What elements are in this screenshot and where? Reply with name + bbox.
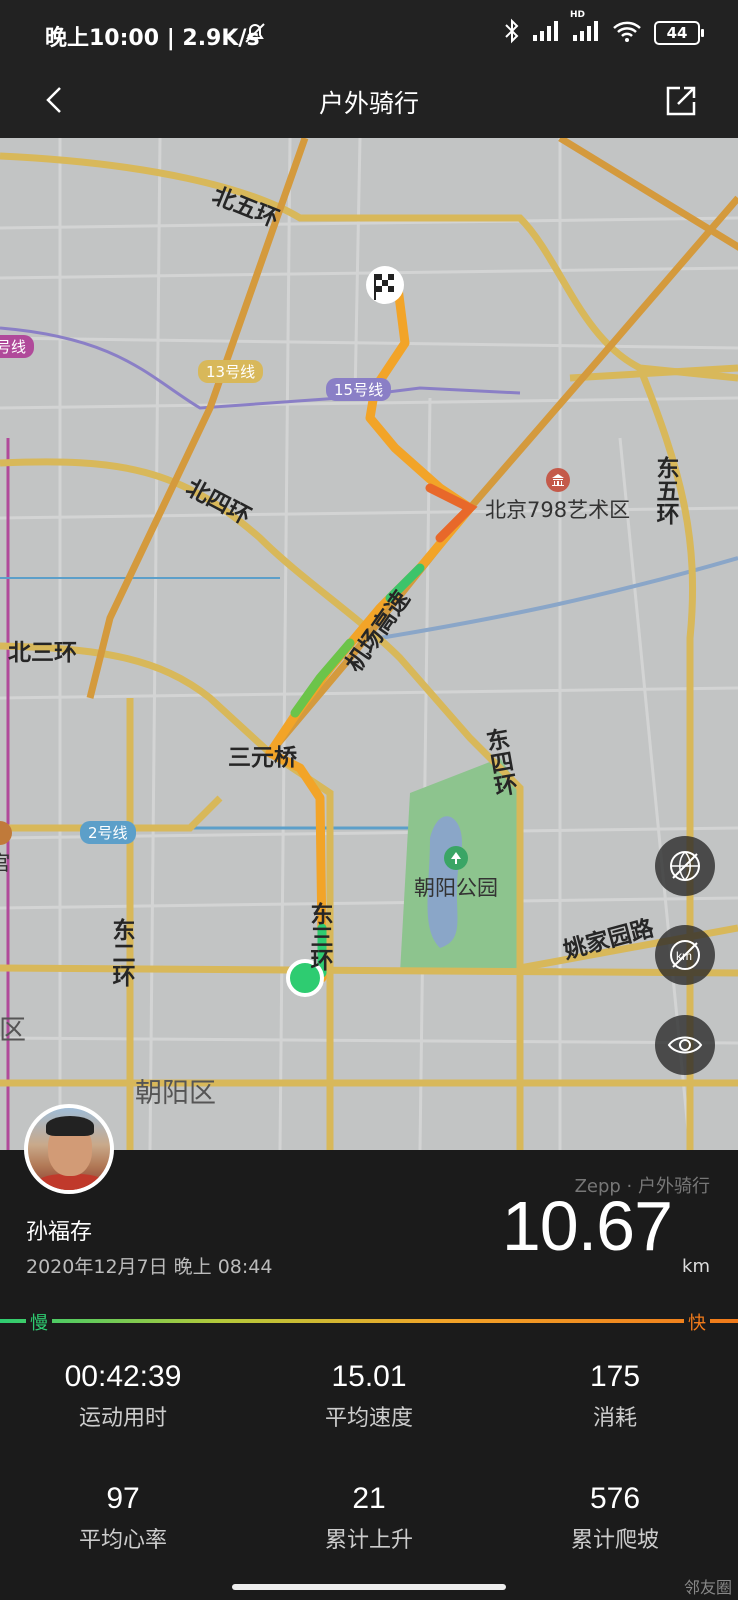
eye-icon (667, 1036, 703, 1054)
speed-legend: 慢 快 (0, 1309, 738, 1345)
poi-798-art-zone[interactable]: 北京798艺术区 (485, 468, 630, 524)
top-nav-bar: 户外骑行 (0, 66, 738, 138)
status-bar: 晚上10:00 | 2.9K/s HD 44 (0, 0, 738, 66)
stat-total-climb: 576 累计爬坡 (492, 1482, 738, 1554)
speed-legend-slow: 慢 (26, 1309, 52, 1335)
activity-datetime: 2020年12月7日 晚上 08:44 (26, 1256, 273, 1278)
stat-value: 576 (589, 1482, 641, 1515)
share-button[interactable] (660, 80, 700, 120)
signal-hd-icon: HD (570, 10, 600, 46)
toggle-visibility-button[interactable] (655, 1015, 715, 1075)
district-label-partial: 城区 (0, 1015, 26, 1046)
stat-label: 消耗 (592, 1406, 637, 1431)
stat-label: 累计爬坡 (570, 1528, 659, 1553)
poi-label: 宫 (0, 847, 11, 877)
road-label-sanyuanqiao: 三元桥 (228, 745, 297, 771)
toggle-km-markers-button[interactable]: km (655, 925, 715, 985)
stat-avg-speed: 15.01 平均速度 (246, 1360, 492, 1432)
activity-summary-panel: 孙福存 2020年12月7日 晚上 08:44 Zepp · 户外骑行 10.6… (0, 1104, 738, 1600)
stat-label: 平均心率 (78, 1528, 167, 1553)
home-indicator[interactable] (232, 1584, 506, 1590)
stat-value: 21 (352, 1482, 386, 1515)
museum-icon (545, 468, 570, 492)
finish-flag-icon (366, 266, 404, 304)
stats-row-1: 00:42:39 运动用时 15.01 平均速度 175 消耗 (0, 1360, 738, 1432)
speed-gradient-bar (0, 1319, 738, 1323)
stat-label: 运动用时 (78, 1406, 167, 1431)
poi-chaoyang-park[interactable]: 朝阳公园 (414, 846, 498, 902)
mute-icon (242, 20, 268, 50)
road-label-east-3rd-ring: 东三环 (306, 902, 332, 971)
distance-value: 10.67 (501, 1187, 673, 1265)
bluetooth-icon (504, 18, 520, 48)
speed-legend-fast: 快 (684, 1309, 710, 1335)
metro-badge-purple: 号线 (0, 335, 35, 358)
poi-palace-partial[interactable]: 宫 (0, 821, 12, 877)
stat-total-ascent: 21 累计上升 (246, 1482, 492, 1554)
poi-label: 朝阳公园 (414, 876, 498, 900)
stat-duration: 00:42:39 运动用时 (0, 1360, 246, 1432)
park-tree-icon (444, 846, 468, 870)
landmark-icon (0, 821, 12, 845)
stats-row-2: 97 平均心率 21 累计上升 576 累计爬坡 (0, 1482, 738, 1554)
watermark: 邻友圈 (683, 1578, 732, 1597)
no-satellite-icon (670, 851, 700, 881)
toggle-satellite-button[interactable] (655, 836, 715, 896)
distance-unit: km (682, 1256, 710, 1277)
stat-avg-heart-rate: 97 平均心率 (0, 1482, 246, 1554)
metro-badge-13: 13号线 (198, 360, 264, 383)
road-label-east-2nd-ring: 东二环 (108, 918, 134, 987)
stat-value: 00:42:39 (64, 1360, 182, 1393)
stat-value: 97 (106, 1482, 140, 1515)
network-hd-label: HD (570, 10, 586, 20)
route-map[interactable]: 北五环 北四环 北三环 东五环 东四环 三元桥 机场高速 东二环 姚家园路 东三… (0, 138, 738, 1150)
district-label-chaoyang: 朝阳区 (135, 1078, 216, 1109)
user-name: 孙福存 (26, 1220, 93, 1245)
metro-badge-15: 15号线 (326, 378, 392, 401)
status-time: 晚上10:00 | 2.9K/s (45, 26, 260, 51)
avatar[interactable] (24, 1104, 114, 1194)
page-title: 户外骑行 (318, 89, 419, 118)
stat-calories: 175 消耗 (492, 1360, 738, 1432)
signal-icon (532, 20, 560, 46)
road-label-north-3rd-ring: 北三环 (8, 640, 77, 666)
wifi-icon (612, 20, 642, 46)
road-label-east-5th-ring: 东五环 (652, 456, 678, 525)
stat-label: 累计上升 (324, 1528, 413, 1553)
share-external-icon (666, 86, 696, 116)
poi-label: 北京798艺术区 (485, 498, 631, 522)
stat-value: 15.01 (331, 1360, 407, 1393)
stat-value: 175 (589, 1360, 641, 1393)
metro-badge-2: 2号线 (80, 821, 136, 844)
stat-label: 平均速度 (324, 1406, 413, 1431)
battery-indicator: 44 (654, 21, 704, 45)
no-km-marker-icon: km (670, 940, 700, 970)
